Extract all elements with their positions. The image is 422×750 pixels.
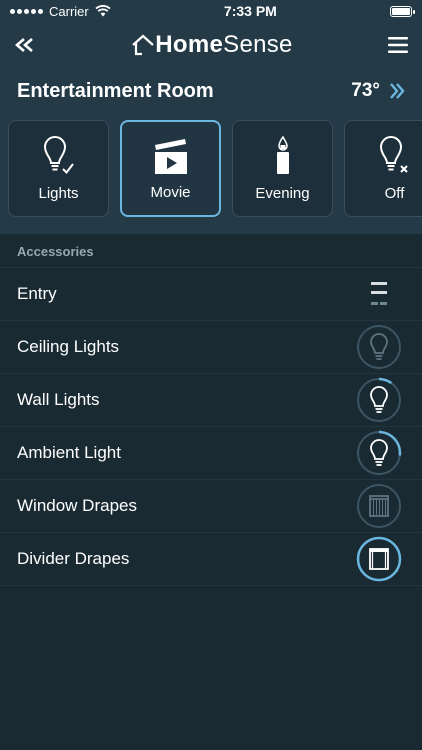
drapes-open-icon	[356, 536, 402, 582]
accessory-row-window-drapes[interactable]: Window Drapes	[0, 480, 422, 533]
candle-icon	[276, 135, 289, 174]
scene-carousel[interactable]: Lights Movie Evening Off	[0, 114, 422, 235]
bulb-icon	[357, 377, 401, 422]
scene-lights[interactable]: Lights	[8, 120, 109, 217]
accessory-label: Window Drapes	[17, 496, 137, 515]
accessories-header: Accessories	[0, 235, 422, 268]
room-temperature: 73°	[351, 80, 380, 101]
accessory-label: Entry	[17, 284, 57, 303]
menu-button[interactable]	[387, 36, 408, 54]
double-chevron-right-icon	[390, 83, 405, 99]
accessory-label: Divider Drapes	[17, 549, 130, 568]
accessory-row-ambient-light[interactable]: Ambient Light	[0, 427, 422, 480]
accessory-label: Wall Lights	[17, 390, 100, 409]
nav-bar: Home Sense	[0, 22, 422, 68]
scene-label: Movie	[150, 184, 191, 201]
clock: 7:33 PM	[223, 3, 277, 19]
wifi-icon	[95, 5, 111, 17]
status-bar: Carrier 7:33 PM	[0, 0, 422, 22]
divider-drapes-toggle[interactable]	[356, 536, 402, 582]
scene-evening[interactable]: Evening	[232, 120, 333, 217]
battery-icon	[390, 5, 415, 17]
accessory-row-divider-drapes[interactable]: Divider Drapes	[0, 533, 422, 586]
brand-name-sense: Sense	[223, 31, 293, 58]
carrier-label: Carrier	[49, 3, 89, 19]
scene-label: Off	[384, 185, 405, 202]
scene-off[interactable]: Off	[344, 120, 422, 217]
room-details-button[interactable]	[388, 82, 406, 100]
room-temperature-area: 73°	[351, 80, 406, 102]
accessory-label: Ambient Light	[17, 443, 121, 462]
bulb-off-icon	[379, 136, 408, 173]
accessory-row-wall-lights[interactable]: Wall Lights	[0, 374, 422, 427]
drapes-closed-icon	[357, 484, 401, 528]
back-button[interactable]	[14, 37, 36, 53]
window-drapes-toggle[interactable]	[356, 483, 402, 529]
brand-name-home: Home	[155, 31, 224, 58]
room-title: Entertainment Room	[17, 79, 214, 102]
ambient-light-toggle[interactable]	[356, 430, 402, 476]
scene-label: Lights	[38, 185, 79, 202]
scene-label: Evening	[255, 185, 310, 202]
signal-dots-icon	[10, 8, 43, 14]
accessory-row-ceiling-lights[interactable]: Ceiling Lights	[0, 321, 422, 374]
wall-lights-toggle[interactable]	[356, 377, 402, 423]
room-header: Entertainment Room 73°	[0, 68, 422, 114]
bulb-icon	[357, 430, 402, 475]
hamburger-icon	[387, 37, 408, 53]
ceiling-lights-toggle[interactable]	[356, 324, 402, 370]
accessory-label: Ceiling Lights	[17, 337, 120, 356]
house-logo-icon	[132, 34, 155, 56]
entry-lock-button[interactable]	[356, 271, 402, 317]
lock-icon	[371, 282, 387, 305]
accessory-row-entry[interactable]: Entry	[0, 268, 422, 321]
scene-movie[interactable]: Movie	[120, 120, 221, 217]
carrier-info: Carrier	[10, 4, 111, 19]
bulb-icon	[357, 325, 401, 369]
clapperboard-icon	[154, 139, 187, 174]
double-chevron-left-icon	[15, 38, 33, 52]
brand-logo: Home Sense	[131, 31, 292, 59]
bulb-check-icon	[43, 136, 74, 175]
